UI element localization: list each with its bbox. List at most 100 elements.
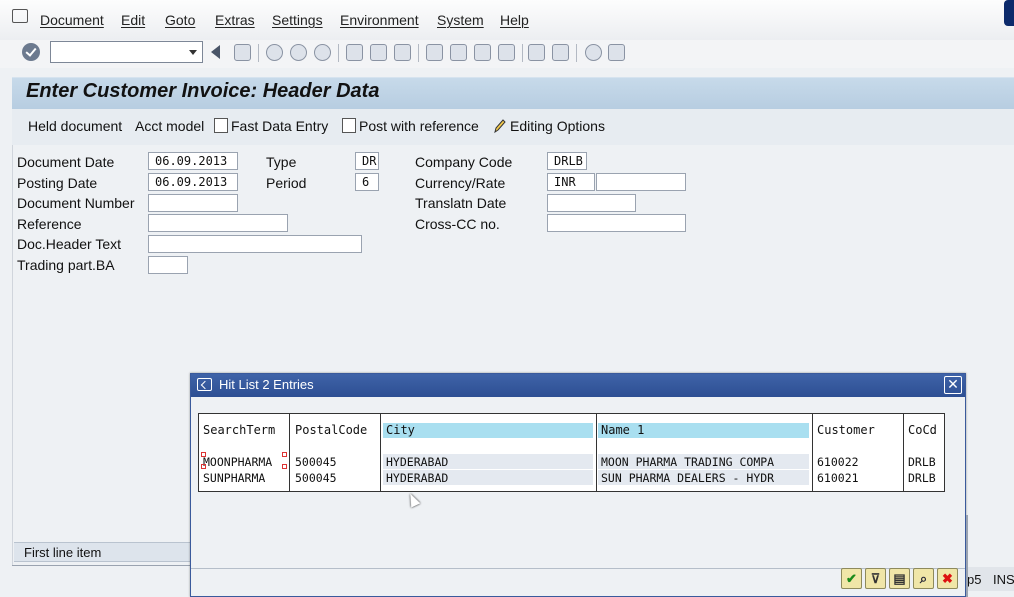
- column-separator: [812, 413, 813, 492]
- header-cocd[interactable]: CoCd: [905, 423, 943, 438]
- status-insert-mode[interactable]: INS: [993, 572, 1014, 587]
- close-icon[interactable]: ✕: [944, 376, 962, 394]
- command-field[interactable]: [50, 41, 203, 63]
- period-field[interactable]: 6: [355, 173, 379, 191]
- cancel-icon[interactable]: [314, 44, 331, 61]
- type-field[interactable]: DR: [355, 152, 379, 170]
- cell-name-1[interactable]: SUN PHARMA DEALERS - HYDR: [598, 471, 809, 485]
- trading-part-ba-label: Trading part.BA: [17, 257, 115, 273]
- menu-goto[interactable]: Goto: [165, 12, 195, 28]
- header-searchterm[interactable]: SearchTerm: [200, 423, 288, 438]
- cell-name-1[interactable]: MOON PHARMA TRADING COMPA: [598, 455, 809, 469]
- shortcut-icon[interactable]: [552, 44, 569, 61]
- selection-handle: [201, 464, 206, 469]
- menu-environment[interactable]: Environment: [340, 12, 419, 28]
- header-customer[interactable]: Customer: [814, 423, 901, 438]
- menu-document[interactable]: Document: [40, 12, 104, 28]
- document-number-field[interactable]: [148, 194, 238, 212]
- cell-customer[interactable]: 610022: [814, 455, 901, 469]
- column-separator: [596, 413, 597, 492]
- filter-icon[interactable]: ⊽: [865, 568, 886, 589]
- page-title: Enter Customer Invoice: Header Data: [26, 80, 380, 102]
- fast-data-entry-button[interactable]: Fast Data Entry: [231, 118, 328, 134]
- print-icon[interactable]: [346, 44, 363, 61]
- cell-postalcode[interactable]: 500045: [292, 471, 378, 485]
- selection-handle: [201, 452, 206, 457]
- document-number-label: Document Number: [17, 195, 135, 211]
- selection-handle: [282, 464, 287, 469]
- document-date-label: Document Date: [17, 154, 115, 170]
- window-menu-icon[interactable]: [197, 378, 212, 391]
- cell-cocd[interactable]: DRLB: [905, 471, 943, 485]
- dialog-edge: [966, 515, 968, 597]
- header-name-1[interactable]: Name 1: [598, 423, 809, 438]
- period-label: Period: [266, 175, 307, 191]
- dialog-title: Hit List 2 Entries: [219, 377, 314, 392]
- toolbar-separator: [576, 44, 577, 62]
- continue-check-icon[interactable]: ✔: [841, 568, 862, 589]
- back-icon[interactable]: [211, 45, 220, 59]
- document-date-field[interactable]: 06.09.2013: [148, 152, 238, 170]
- cell-cocd[interactable]: DRLB: [905, 455, 943, 469]
- find-icon[interactable]: [370, 44, 387, 61]
- menu-settings[interactable]: Settings: [272, 12, 323, 28]
- system-menu-icon[interactable]: [12, 9, 28, 23]
- create-session-icon[interactable]: [528, 44, 545, 61]
- cross-cc-no-label: Cross-CC no.: [415, 216, 500, 232]
- reference-label: Reference: [17, 216, 82, 232]
- currency-field[interactable]: INR: [547, 173, 595, 191]
- menu-system[interactable]: System: [437, 12, 484, 28]
- menu-extras[interactable]: Extras: [215, 12, 255, 28]
- first-line-item-tab[interactable]: First line item: [14, 542, 190, 562]
- editing-options-button[interactable]: Editing Options: [510, 118, 605, 134]
- pencil-icon: [493, 118, 507, 134]
- held-document-button[interactable]: Held document: [28, 118, 122, 134]
- window-corner-tab: [1004, 0, 1014, 26]
- menu-edit[interactable]: Edit: [121, 12, 145, 28]
- sort-icon[interactable]: ▤: [889, 568, 910, 589]
- doc-header-text-field[interactable]: [148, 235, 362, 253]
- cell-city[interactable]: HYDERABAD: [383, 471, 593, 485]
- layout-icon[interactable]: [608, 44, 625, 61]
- column-separator: [289, 413, 290, 492]
- cell-searchterm[interactable]: MOONPHARMA: [200, 455, 288, 469]
- column-separator: [903, 413, 904, 492]
- status-system-field: p5: [967, 572, 982, 587]
- help-icon[interactable]: [585, 44, 602, 61]
- currency-rate-label: Currency/Rate: [415, 175, 506, 191]
- chevron-down-icon[interactable]: [189, 50, 197, 55]
- company-code-label: Company Code: [415, 154, 513, 170]
- reference-field[interactable]: [148, 214, 288, 232]
- toolbar-separator: [338, 44, 339, 62]
- acct-model-button[interactable]: Acct model: [135, 118, 204, 134]
- translatn-date-field[interactable]: [547, 194, 636, 212]
- menu-help[interactable]: Help: [500, 12, 529, 28]
- exchange-rate-field[interactable]: [596, 173, 686, 191]
- cell-city[interactable]: HYDERABAD: [383, 455, 593, 469]
- next-page-icon[interactable]: [474, 44, 491, 61]
- save-icon[interactable]: [234, 44, 251, 61]
- find-next-icon[interactable]: [394, 44, 411, 61]
- header-postalcode[interactable]: PostalCode: [292, 423, 378, 438]
- find-icon[interactable]: ⌕: [913, 568, 934, 589]
- cancel-x-icon[interactable]: ✖: [937, 568, 958, 589]
- type-label: Type: [266, 154, 297, 170]
- enter-icon[interactable]: [22, 43, 40, 61]
- toolbar-separator: [418, 44, 419, 62]
- selection-handle: [282, 452, 287, 457]
- post-with-reference-button[interactable]: Post with reference: [359, 118, 479, 134]
- exit-icon[interactable]: [290, 44, 307, 61]
- first-page-icon[interactable]: [426, 44, 443, 61]
- cell-customer[interactable]: 610021: [814, 471, 901, 485]
- cell-searchterm[interactable]: SUNPHARMA: [200, 471, 288, 485]
- company-code-field[interactable]: DRLB: [547, 152, 587, 170]
- cell-postalcode[interactable]: 500045: [292, 455, 378, 469]
- back-arrow-icon[interactable]: [266, 44, 283, 61]
- trading-part-ba-field[interactable]: [148, 256, 188, 274]
- cross-cc-no-field[interactable]: [547, 214, 686, 232]
- posting-date-field[interactable]: 06.09.2013: [148, 173, 238, 191]
- header-city[interactable]: City: [383, 423, 593, 438]
- last-page-icon[interactable]: [498, 44, 515, 61]
- previous-page-icon[interactable]: [450, 44, 467, 61]
- toolbar-separator: [522, 44, 523, 62]
